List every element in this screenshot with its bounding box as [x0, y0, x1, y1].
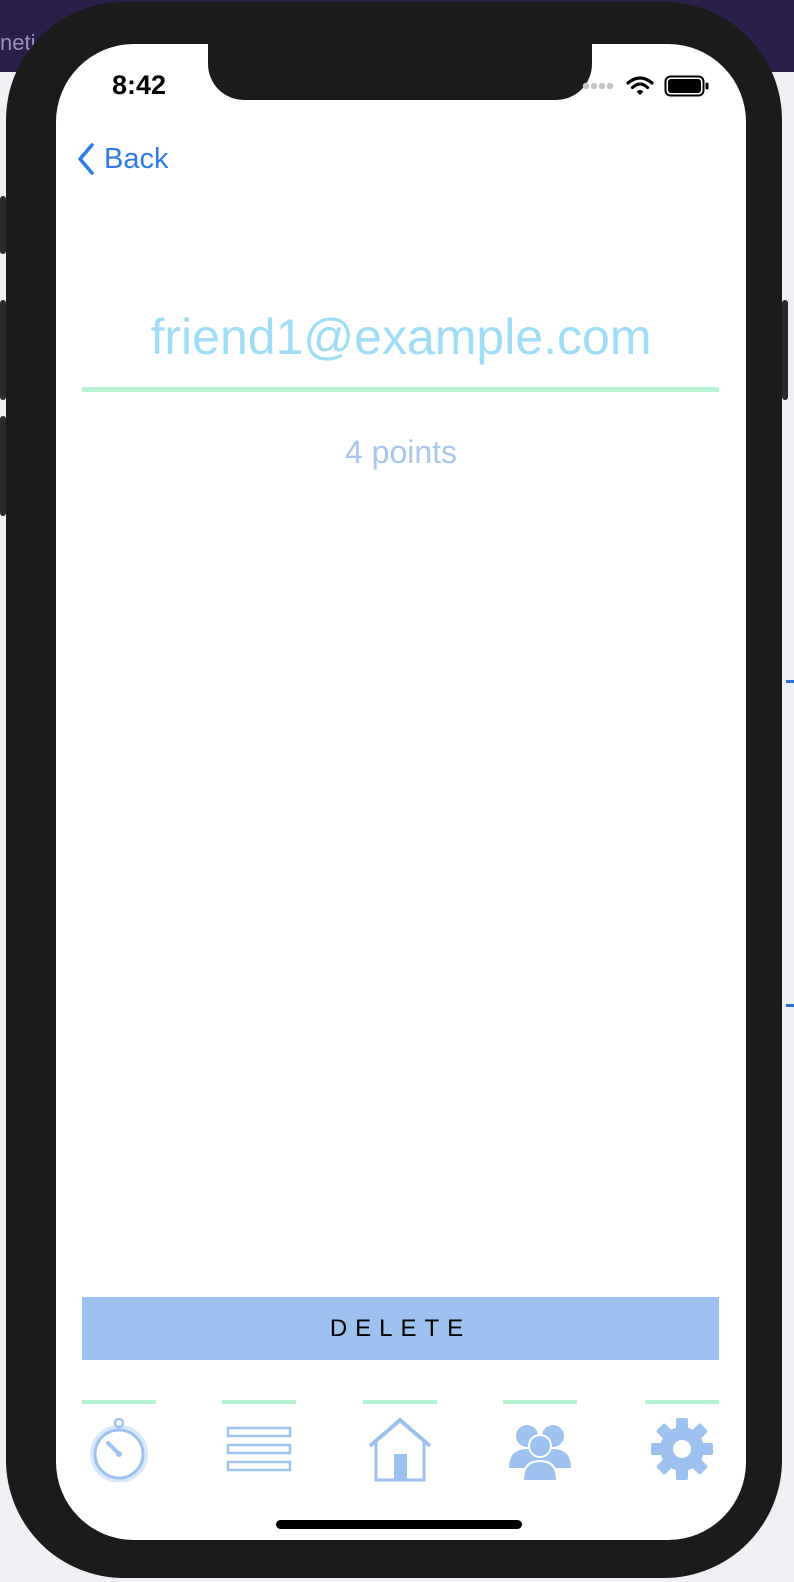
- home-icon: [368, 1418, 432, 1482]
- power-button: [782, 300, 788, 400]
- friends-icon: [509, 1425, 571, 1480]
- back-button[interactable]: Back: [76, 142, 168, 176]
- signal-dots-icon: [582, 82, 614, 90]
- app-screen: 8:42 Back friend1@example.com 4 points D…: [56, 44, 746, 1540]
- email-underline: [82, 387, 719, 392]
- tab-home[interactable]: [363, 1400, 437, 1490]
- gear-icon: [651, 1418, 713, 1480]
- status-icons: [582, 74, 710, 98]
- volume-down-button: [0, 416, 6, 516]
- delete-button[interactable]: DELETE: [82, 1297, 719, 1360]
- notch: [208, 44, 592, 100]
- status-time: 8:42: [112, 70, 167, 100]
- battery-icon: [664, 75, 709, 97]
- friend-email: friend1@example.com: [150, 309, 652, 365]
- tab-indicator: [222, 1400, 296, 1404]
- tab-indicator: [503, 1400, 577, 1404]
- tab-indicator: [363, 1400, 437, 1404]
- stopwatch-icon: [90, 1417, 148, 1482]
- wifi-icon: [626, 76, 654, 95]
- tab-list[interactable]: [222, 1400, 296, 1490]
- tab-indicator: [82, 1400, 156, 1404]
- volume-up-button: [0, 300, 6, 400]
- tab-indicator: [645, 1400, 719, 1404]
- tab-friends[interactable]: [503, 1400, 577, 1490]
- list-icon: [226, 1426, 292, 1472]
- back-label: Back: [104, 142, 169, 175]
- tab-bar: [82, 1400, 719, 1490]
- friend-points: 4 points: [344, 434, 458, 470]
- mute-switch: [0, 196, 6, 254]
- tab-timer[interactable]: [82, 1400, 156, 1490]
- phone-frame: 8:42 Back friend1@example.com 4 points D…: [0, 2, 788, 1578]
- tab-settings[interactable]: [645, 1400, 719, 1490]
- home-indicator[interactable]: [276, 1520, 522, 1529]
- chevron-left-icon: [78, 143, 94, 175]
